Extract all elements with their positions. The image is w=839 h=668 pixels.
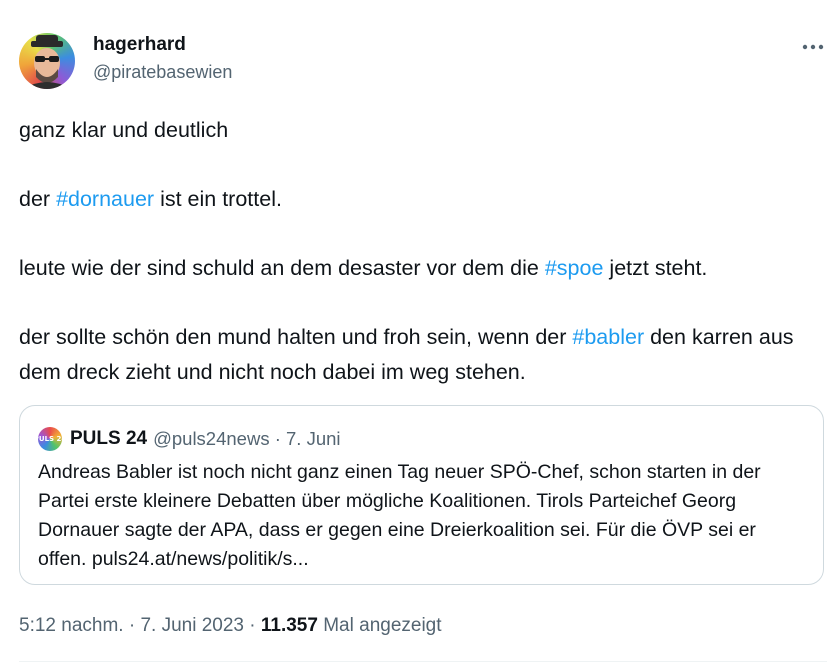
quoted-tweet-header: PULS 24 PULS 24 @puls24news · 7. Juni xyxy=(34,426,341,452)
divider xyxy=(19,661,827,662)
tweet-metadata: 5:12 nachm. · 7. Juni 2023 · 11.357 Mal … xyxy=(19,612,442,640)
tweet-timestamp[interactable]: 5:12 nachm. · 7. Juni 2023 · xyxy=(19,615,261,636)
avatar[interactable] xyxy=(19,33,75,89)
avatar-person-icon xyxy=(23,35,71,89)
tweet-paragraph: leute wie der sind schuld an dem desaste… xyxy=(19,256,708,280)
quoted-tweet[interactable]: PULS 24 PULS 24 @puls24news · 7. Juni An… xyxy=(19,405,824,585)
quoted-avatar: PULS 24 xyxy=(34,427,66,451)
views-count: 11.357 xyxy=(260,615,318,636)
tweet-header: hagerhard @piratebasewien xyxy=(19,33,827,93)
author-name[interactable]: hagerhard xyxy=(93,33,232,57)
views-label: Mal angezeigt xyxy=(317,615,442,636)
tweet-text: ganz klar und deutlich der #dornauer ist … xyxy=(19,113,829,389)
hashtag-link[interactable]: #spoe xyxy=(545,256,604,280)
quoted-author-meta: @puls24news · 7. Juni xyxy=(153,428,341,449)
tweet-paragraph: ganz klar und deutlich xyxy=(19,118,229,142)
hashtag-link[interactable]: #dornauer xyxy=(56,187,154,211)
more-icon[interactable] xyxy=(799,33,827,61)
tweet-paragraph: der #dornauer ist ein trottel. xyxy=(19,187,282,211)
hashtag-link[interactable]: #babler xyxy=(572,325,644,349)
author-handle[interactable]: @piratebasewien xyxy=(93,59,232,85)
tweet-paragraph: der sollte schön den mund halten und fro… xyxy=(19,325,794,384)
quoted-author-name: PULS 24 xyxy=(70,428,148,449)
quoted-tweet-text: Andreas Babler ist noch nicht ganz einen… xyxy=(38,461,761,570)
